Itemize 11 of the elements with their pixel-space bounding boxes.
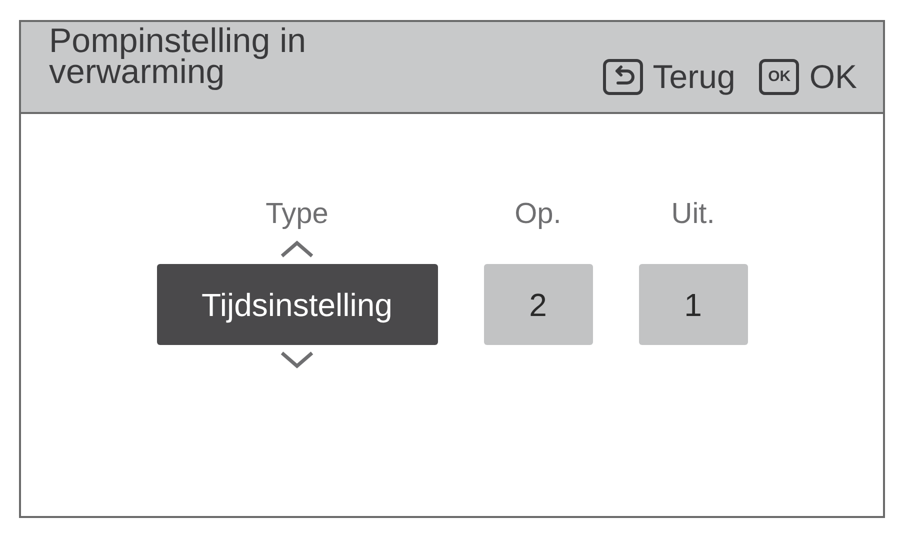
field-label: Uit. [671,197,715,232]
field-label: Type [266,197,328,232]
field-label: Op. [514,197,562,232]
ok-key-icon: OK [759,58,800,95]
ok-button[interactable]: OK OK [759,52,857,102]
value-field[interactable]: 2 [484,264,592,345]
back-icon [602,58,643,95]
back-button[interactable]: Terug [602,52,736,102]
value-field[interactable]: 1 [638,264,748,345]
screen-title: Pompinstelling in verwarming [49,26,308,88]
value-field[interactable]: Tijdsinstelling [156,264,438,345]
